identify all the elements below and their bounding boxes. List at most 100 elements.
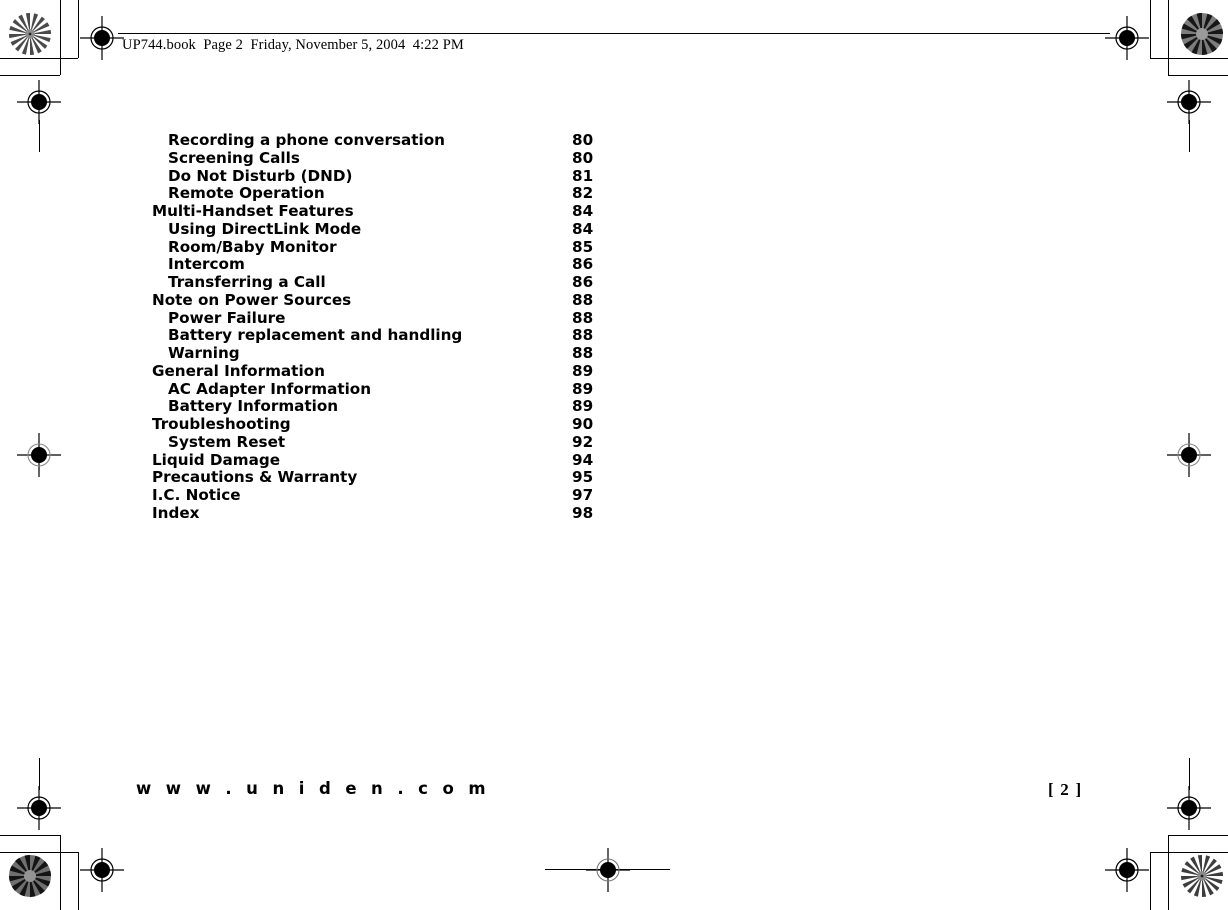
starburst-resolution-target [8,854,52,898]
starburst-resolution-target [1180,12,1224,56]
crop-mark-tick [39,758,40,790]
footer-website: w w w . u n i d e n . c o m [136,779,490,798]
toc-entry-page: 80 [572,148,594,167]
crop-mark-line [1150,58,1228,59]
toc-entry-page: 89 [572,397,594,416]
starburst-resolution-target [1180,854,1224,898]
toc-entry[interactable]: System Reset 92 [152,432,602,452]
toc-entry-label: Transferring a Call [168,273,326,291]
toc-entry-page: 86 [572,273,594,291]
crop-mark-line [0,58,78,59]
toc-entry-label: Liquid Damage [152,450,281,469]
table-of-contents: Recording a phone conversation 80 Screenin… [152,131,602,523]
toc-entry[interactable]: Room/Baby Monitor 85 [152,237,602,257]
toc-entry-label: Screening Calls [168,148,300,167]
crop-mark-line [1168,835,1169,910]
toc-entry-label: Battery Information [168,397,339,416]
header-divider [118,33,1110,34]
file-info-header: UP744.book Page 2 Friday, November 5, 20… [122,37,464,53]
toc-entry-page: 82 [572,184,594,203]
crop-mark-line [0,835,60,836]
toc-entry[interactable]: Transferring a Call 86 [152,273,602,292]
crop-mark-tick [1189,120,1190,152]
toc-entry[interactable]: Intercom 86 [152,255,602,274]
toc-entry[interactable]: Remote Operation 82 [152,184,602,203]
toc-entry-page: 85 [572,237,594,256]
toc-entry-label: I.C. Notice [152,486,241,504]
starburst-resolution-target [8,12,52,56]
registration-mark [1105,848,1149,892]
crop-mark-line [0,852,78,853]
toc-entry-label: General Information [152,361,325,380]
toc-entry-page: 97 [572,486,594,504]
toc-entry[interactable]: Note on Power Sources 88 [152,290,602,310]
toc-entry-page: 88 [572,344,594,362]
toc-entry-page: 86 [572,255,594,274]
toc-entry-page: 88 [572,290,594,309]
crop-mark-line [78,0,79,58]
toc-entry-label: Power Failure [168,308,286,327]
crop-mark-line [60,835,61,910]
toc-entry[interactable]: Using DirectLink Mode 84 [152,219,602,239]
toc-entry[interactable]: Recording a phone conversation 80 [152,131,602,150]
toc-entry-label: Remote Operation [168,184,325,203]
toc-entry-page: 88 [572,326,594,345]
crop-mark-line [78,852,79,910]
footer-page-number: [ 2 ] [1048,780,1083,799]
toc-entry-page: 90 [572,415,594,433]
toc-entry-page: 84 [572,219,594,238]
toc-entry-label: System Reset [168,432,286,451]
toc-entry-page: 95 [572,468,594,487]
crop-mark-line [1150,852,1228,853]
registration-mark [1105,16,1149,60]
toc-entry-label: Room/Baby Monitor [168,237,337,256]
toc-entry-page: 84 [572,202,594,220]
toc-entry-page: 92 [572,432,594,451]
toc-entry[interactable]: Precautions & Warranty 95 [152,468,602,487]
toc-entry-label: Troubleshooting [152,415,291,433]
toc-entry-label: AC Adapter Information [168,379,372,398]
toc-entry[interactable]: I.C. Notice 97 [152,486,602,505]
toc-entry-label: Warning [168,344,240,362]
registration-mark [1167,786,1211,830]
toc-entry[interactable]: Power Failure 88 [152,308,602,328]
registration-mark [17,433,61,477]
toc-entry-page: 81 [572,166,594,185]
registration-mark [80,16,124,60]
toc-entry[interactable]: Liquid Damage 94 [152,450,602,470]
toc-entry[interactable]: Battery replacement and handling 88 [152,326,602,345]
toc-entry-page: 80 [572,131,594,149]
toc-entry-label: Recording a phone conversation [168,131,445,149]
crop-mark-line [545,869,670,870]
document-page: { "header": { "file_info": "UP744.book P… [0,0,1228,910]
toc-entry[interactable]: Screening Calls 80 [152,148,602,168]
registration-mark [17,80,61,124]
toc-entry-page: 89 [572,361,594,380]
toc-entry-label: Intercom [168,255,245,274]
toc-entry[interactable]: Do Not Disturb (DND) 81 [152,166,602,186]
toc-entry[interactable]: Warning 88 [152,344,602,363]
toc-entry[interactable]: Battery Information 89 [152,397,602,416]
toc-entry-label: Multi-Handset Features [152,202,354,220]
registration-mark [1167,433,1211,477]
crop-mark-tick [1189,758,1190,790]
toc-entry[interactable]: Index 98 [152,503,602,523]
toc-entry[interactable]: Multi-Handset Features 84 [152,202,602,221]
crop-mark-line [1150,852,1151,910]
toc-entry-label: Index [152,503,200,522]
toc-entry[interactable]: General Information 89 [152,361,602,381]
toc-entry[interactable]: Troubleshooting 90 [152,415,602,434]
toc-entry-page: 98 [572,503,594,522]
registration-mark [80,848,124,892]
crop-mark-tick [39,120,40,152]
crop-mark-line [1168,75,1228,76]
toc-entry-label: Battery replacement and handling [168,326,463,345]
crop-mark-line [1168,835,1228,836]
toc-entry-label: Precautions & Warranty [152,468,358,487]
registration-mark [586,848,630,892]
registration-mark [1167,80,1211,124]
crop-mark-line [0,75,60,76]
toc-entry[interactable]: AC Adapter Information 89 [152,379,602,399]
toc-entry-page: 94 [572,450,594,469]
crop-mark-line [1168,0,1169,75]
